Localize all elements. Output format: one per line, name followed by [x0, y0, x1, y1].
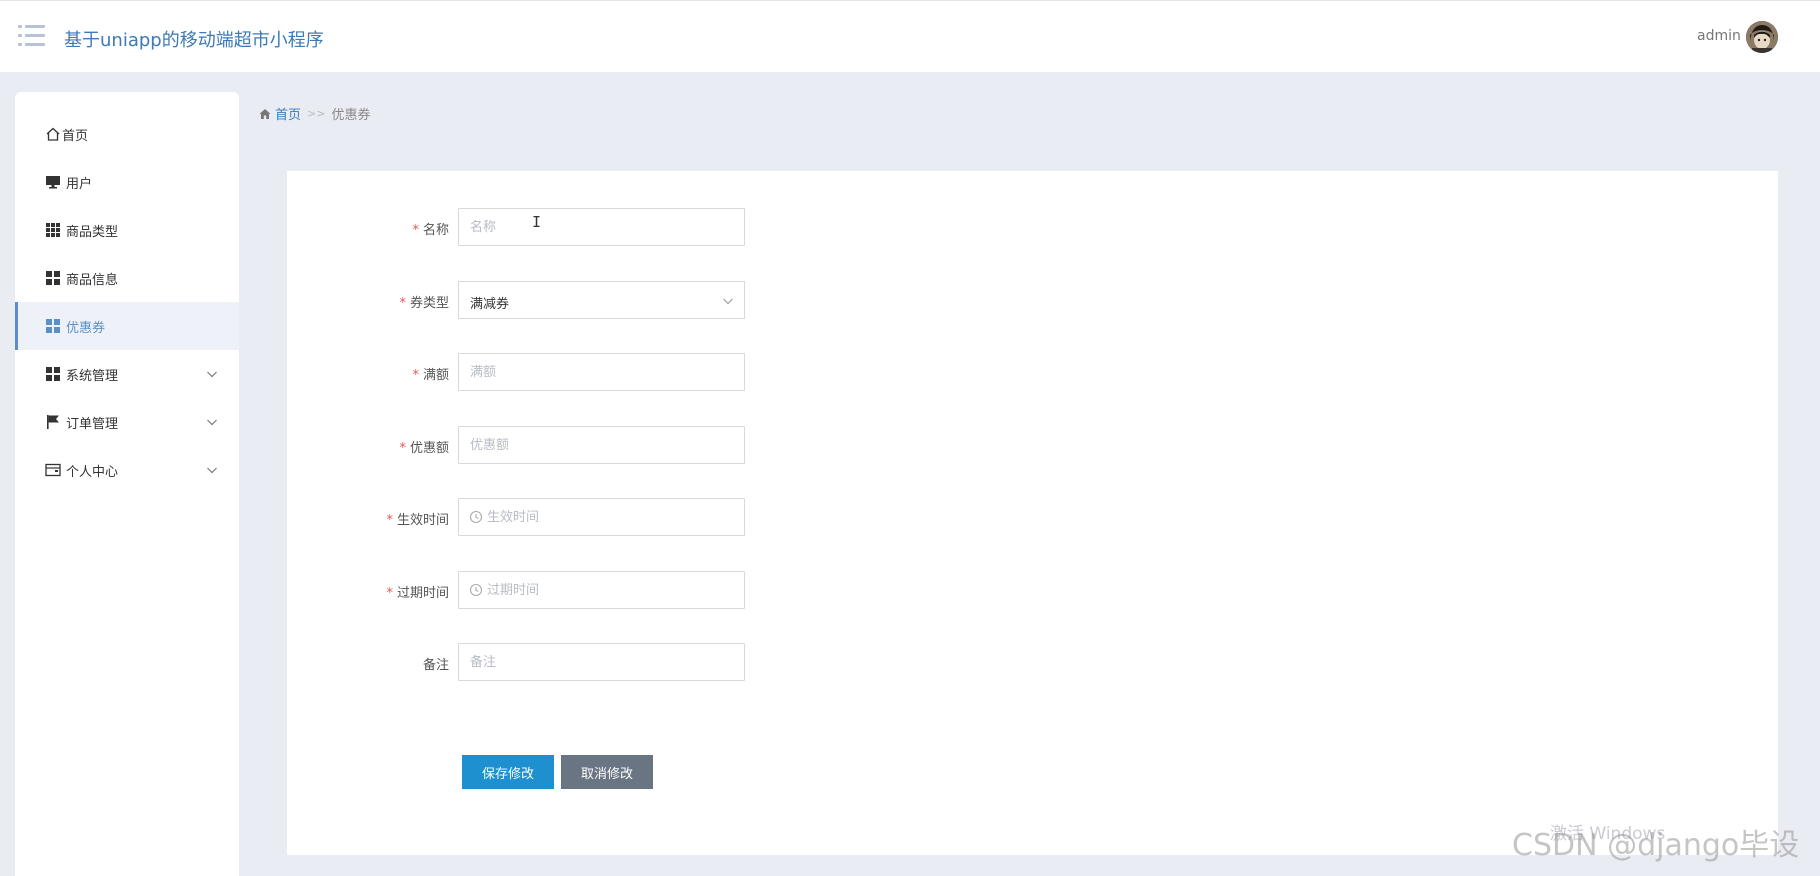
text-cursor-icon: I [532, 213, 542, 231]
discount-input[interactable] [458, 426, 745, 464]
start-time-label: * 生效时间 [386, 513, 449, 528]
full-amount-label: * 满额 [412, 368, 449, 383]
form-row-name: * 名称 [287, 208, 1087, 246]
sidebar-item-label: 系统管理 [66, 369, 119, 384]
form-row-discount: * 优惠额 [287, 426, 1087, 464]
sidebar: 首页 用户 商品类型 商品信息 优惠券 系统管理 订单管理 个人中心 [15, 92, 239, 876]
coupon-form-panel: *名称 *券类型 满减券 *满额 *优惠额 *生效时间 *过期时间 [287, 171, 1778, 855]
sidebar-item-label: 订单管理 [66, 417, 119, 432]
breadcrumb-current: 优惠券 [331, 108, 371, 123]
discount-label: * 优惠额 [399, 441, 449, 456]
app-title: 基于uniapp的移动端超市小程序 [64, 30, 324, 51]
remark-label: 备注 [422, 658, 449, 673]
name-input[interactable] [458, 208, 745, 246]
csdn-watermark: CSDN @django毕设 [1512, 828, 1800, 863]
sidebar-item-label: 用户 [66, 177, 93, 192]
grid-icon [46, 223, 60, 237]
coupon-type-select[interactable]: 满减券 [458, 281, 745, 319]
tiles-icon [46, 271, 60, 285]
flag-icon [47, 415, 59, 429]
tiles-icon [46, 367, 60, 381]
breadcrumb-home-link[interactable]: 首页 [275, 104, 301, 123]
sidebar-item-label: 优惠券 [66, 321, 106, 336]
expire-time-label: * 过期时间 [386, 586, 449, 601]
top-header: 基于uniapp的移动端超市小程序 admin [0, 0, 1820, 72]
breadcrumb: 首页 >> 优惠券 [259, 104, 370, 123]
form-row-remark: 备注 [287, 643, 1087, 681]
user-name[interactable]: admin [1697, 28, 1741, 44]
form-row-start-time: * 生效时间 [287, 498, 1087, 536]
monitor-icon [46, 176, 60, 189]
chevron-down-icon [207, 371, 217, 378]
tiles-icon [46, 319, 60, 333]
sidebar-item-label: 个人中心 [66, 465, 119, 480]
coupon-type-value: 满减券 [470, 297, 510, 312]
sidebar-item-label: 首页 [62, 129, 89, 144]
clock-icon [469, 510, 483, 524]
chevron-down-icon [207, 419, 217, 426]
menu-toggle-icon[interactable] [18, 25, 45, 47]
start-time-input[interactable] [458, 498, 745, 536]
sidebar-item-profile[interactable]: 个人中心 [15, 446, 239, 494]
form-row-coupon-type: * 券类型 满减券 [287, 281, 1087, 319]
home-icon [46, 127, 60, 141]
sidebar-item-orders[interactable]: 订单管理 [15, 398, 239, 446]
home-icon [259, 108, 271, 119]
form-row-full-amount: * 满额 [287, 353, 1087, 391]
sidebar-item-product-types[interactable]: 商品类型 [15, 206, 239, 254]
sidebar-item-home[interactable]: 首页 [15, 110, 239, 158]
clock-icon [469, 583, 483, 597]
sidebar-item-system[interactable]: 系统管理 [15, 350, 239, 398]
name-label: * 名称 [412, 223, 449, 238]
chevron-down-icon [723, 298, 733, 305]
cancel-button[interactable]: 取消修改 [561, 755, 653, 789]
sidebar-item-label: 商品类型 [66, 225, 119, 240]
save-button[interactable]: 保存修改 [462, 755, 554, 789]
wallet-icon [45, 463, 61, 477]
breadcrumb-separator: >> [307, 107, 326, 120]
sidebar-item-product-info[interactable]: 商品信息 [15, 254, 239, 302]
sidebar-item-users[interactable]: 用户 [15, 158, 239, 206]
form-row-expire-time: * 过期时间 [287, 571, 1087, 609]
chevron-down-icon [207, 467, 217, 474]
expire-time-input[interactable] [458, 571, 745, 609]
sidebar-item-coupons[interactable]: 优惠券 [15, 302, 239, 350]
remark-input[interactable] [458, 643, 745, 681]
full-amount-input[interactable] [458, 353, 745, 391]
sidebar-item-label: 商品信息 [66, 273, 119, 288]
coupon-type-label: * 券类型 [399, 296, 449, 311]
avatar[interactable] [1746, 21, 1778, 53]
